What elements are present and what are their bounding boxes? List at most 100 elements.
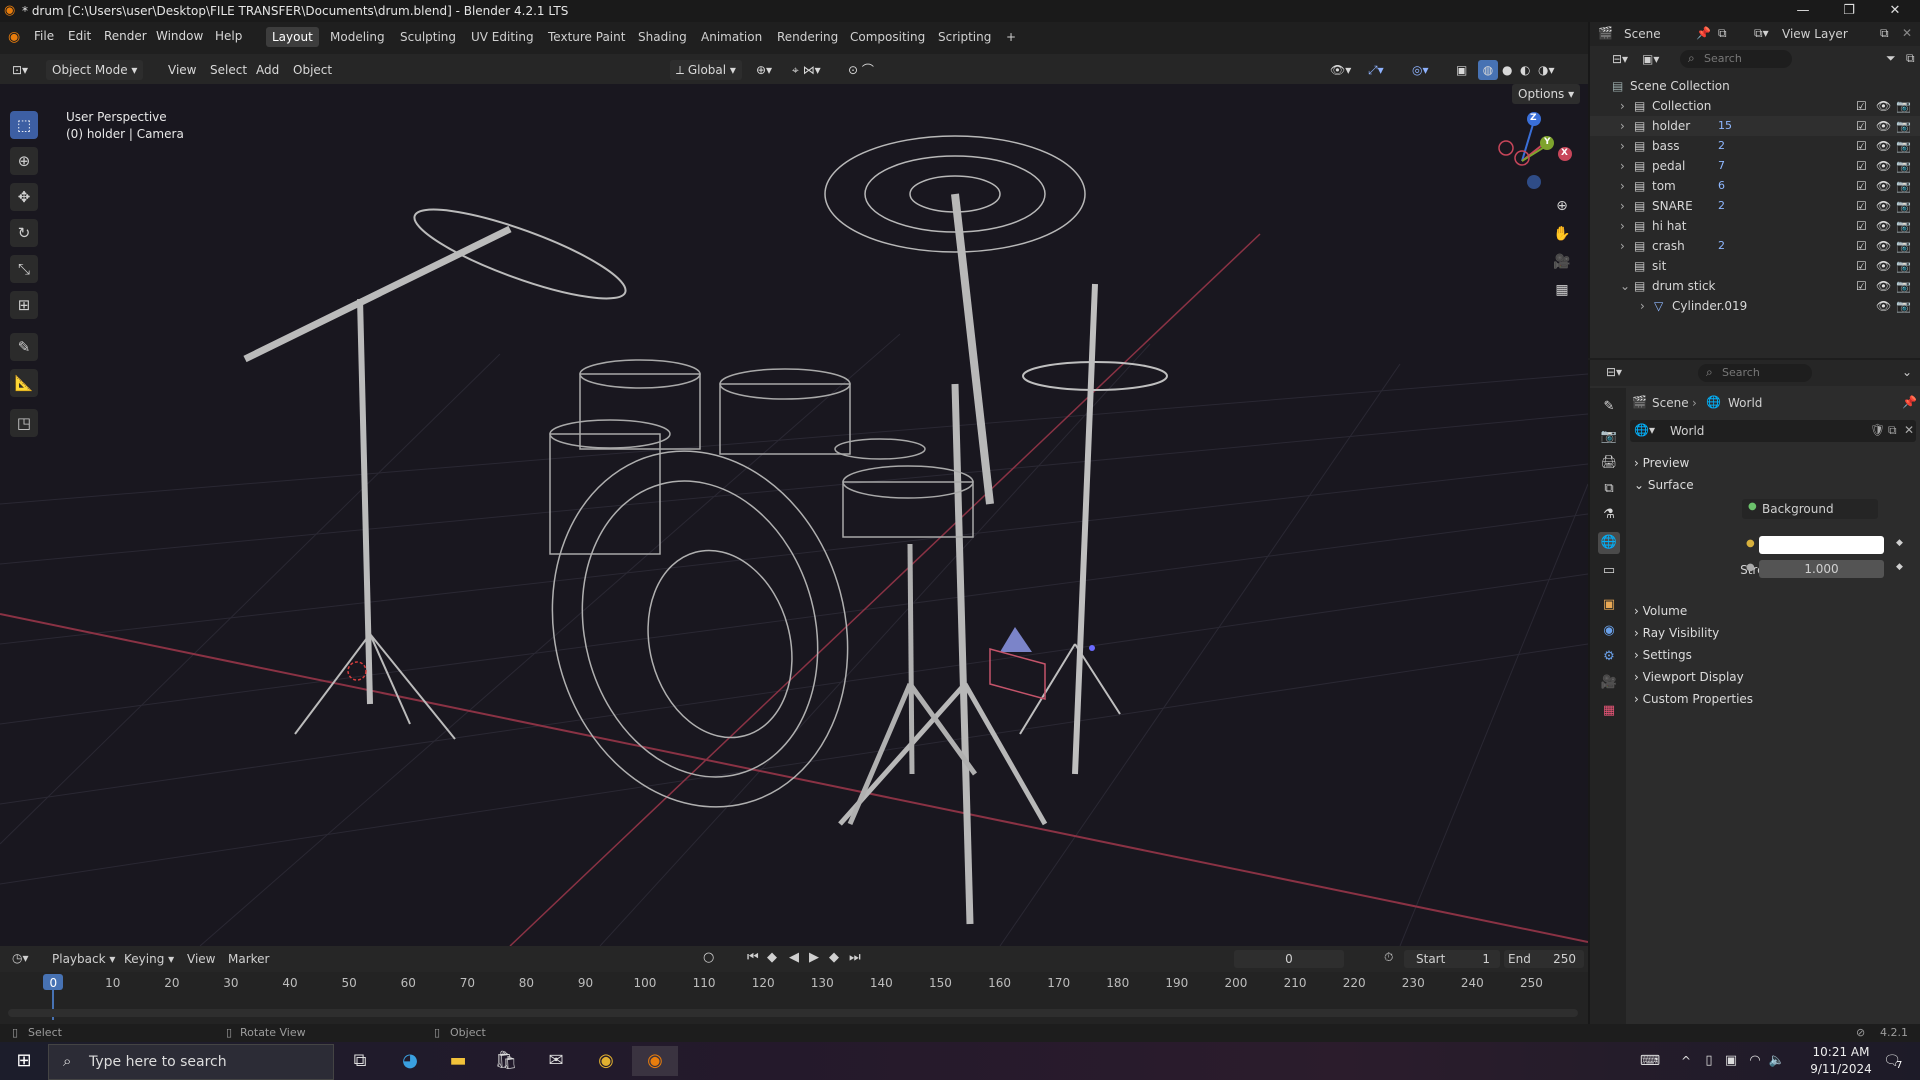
end-frame-field[interactable]: End 250: [1504, 950, 1584, 968]
timeline-scrollbar[interactable]: [8, 1009, 1578, 1017]
render-camera-icon[interactable]: 📷: [1896, 296, 1911, 316]
settings-panel-header[interactable]: › Settings: [1634, 644, 1692, 666]
fake-user-icon[interactable]: 🛡: [1870, 423, 1885, 437]
pin-properties-icon[interactable]: 📌: [1902, 395, 1917, 409]
include-checkbox-icon[interactable]: ☑: [1856, 176, 1867, 196]
object-data-tab-icon[interactable]: 🎥: [1598, 672, 1620, 694]
mail-icon[interactable]: ✉: [536, 1046, 576, 1076]
viewport-display-panel-header[interactable]: › Viewport Display: [1634, 666, 1744, 688]
menu-add[interactable]: Add: [256, 60, 279, 80]
transform-tool[interactable]: ⊞: [10, 291, 38, 319]
expand-chevron-icon[interactable]: ›: [1620, 96, 1625, 116]
tab-layout[interactable]: Layout: [266, 27, 319, 47]
menu-view-timeline[interactable]: View: [187, 952, 215, 966]
play-icon[interactable]: ▶: [809, 950, 819, 965]
remove-view-layer-icon[interactable]: ✕: [1902, 26, 1912, 40]
eye-icon[interactable]: 👁: [1876, 156, 1891, 176]
surface-panel-header[interactable]: ⌄ Surface: [1634, 474, 1694, 496]
new-collection-icon[interactable]: ⧉: [1906, 51, 1915, 66]
eye-icon[interactable]: 👁: [1876, 236, 1891, 256]
properties-search-field[interactable]: ⌕ Search: [1698, 364, 1812, 382]
color-keyframe-icon[interactable]: ◆: [1896, 538, 1903, 548]
menu-window[interactable]: Window: [156, 29, 203, 43]
include-checkbox-icon[interactable]: ☑: [1856, 236, 1867, 256]
render-camera-icon[interactable]: 📷: [1896, 96, 1911, 116]
stopwatch-icon[interactable]: ⏱: [1384, 950, 1393, 965]
snap-icon[interactable]: ⌖ ⋈▾: [792, 60, 821, 80]
color-swatch[interactable]: [1759, 536, 1884, 554]
display-mode-icon[interactable]: ⊟▾: [1612, 52, 1628, 66]
overlay-icon[interactable]: ◎▾: [1412, 60, 1429, 80]
cursor-tool[interactable]: ⊕: [10, 147, 38, 175]
outliner-row[interactable]: › ▤ holder 15 ☑ 👁 📷: [1590, 116, 1920, 136]
start-frame-field[interactable]: Start 1: [1404, 950, 1500, 968]
close-icon[interactable]: ✕: [1872, 0, 1918, 22]
task-view-icon[interactable]: ⧉: [340, 1046, 380, 1076]
world-tab-icon[interactable]: 🌐: [1598, 532, 1620, 554]
outliner-row[interactable]: ▤ sit ☑ 👁 📷: [1590, 256, 1920, 276]
render-camera-icon[interactable]: 📷: [1896, 276, 1911, 296]
scene-tab-icon[interactable]: ⚗: [1598, 504, 1620, 526]
outliner[interactable]: 🎬 Scene 📌 ⧉ ⧉▾ View Layer ⧉ ✕ ⊟▾ ▣▾ ⌕ Se…: [1588, 22, 1920, 358]
outliner-row[interactable]: › ▤ bass 2 ☑ 👁 📷: [1590, 136, 1920, 156]
ortho-grid-icon[interactable]: ▦: [1550, 278, 1574, 302]
outliner-row[interactable]: › ▤ crash 2 ☑ 👁 📷: [1590, 236, 1920, 256]
eye-icon[interactable]: 👁: [1876, 136, 1891, 156]
3d-cursor[interactable]: [347, 661, 367, 681]
tab-texture-paint[interactable]: Texture Paint: [542, 27, 631, 47]
material-shading-icon[interactable]: ◐: [1520, 60, 1530, 80]
tab-rendering[interactable]: Rendering: [771, 27, 844, 47]
eye-icon[interactable]: 👁: [1876, 96, 1891, 116]
taskbar-time[interactable]: 10:21 AM: [1806, 1045, 1876, 1059]
world-datablock-icon[interactable]: 🌐▾: [1634, 423, 1655, 437]
edge-icon[interactable]: ◕: [390, 1046, 430, 1076]
new-scene-icon[interactable]: ⧉: [1718, 26, 1727, 41]
taskbar-date[interactable]: 9/11/2024: [1806, 1062, 1876, 1076]
clock-editor-icon[interactable]: ◷▾: [12, 951, 29, 965]
expand-chevron-icon[interactable]: ›: [1620, 216, 1625, 236]
menu-keying[interactable]: Keying ▾: [124, 952, 174, 966]
include-checkbox-icon[interactable]: ☑: [1856, 276, 1867, 296]
file-explorer-icon[interactable]: ▬: [438, 1046, 478, 1076]
annotate-tool[interactable]: ✎: [10, 333, 38, 361]
add-cube-tool[interactable]: ◳: [10, 409, 38, 437]
tab-scripting[interactable]: Scripting: [932, 27, 997, 47]
eye-icon[interactable]: 👁: [1876, 256, 1891, 276]
jump-end-icon[interactable]: ⏭: [849, 950, 861, 965]
tab-modeling[interactable]: Modeling: [324, 27, 391, 47]
render-camera-icon[interactable]: 📷: [1896, 216, 1911, 236]
menu-playback[interactable]: Playback ▾: [52, 952, 115, 966]
include-checkbox-icon[interactable]: ☑: [1856, 216, 1867, 236]
render-camera-icon[interactable]: 📷: [1896, 196, 1911, 216]
scale-tool[interactable]: ⤡: [10, 255, 38, 283]
expand-chevron-icon[interactable]: ›: [1620, 156, 1625, 176]
include-checkbox-icon[interactable]: ☑: [1856, 116, 1867, 136]
play-reverse-icon[interactable]: ◀: [789, 950, 799, 965]
eye-icon[interactable]: 👁: [1876, 116, 1891, 136]
preview-panel-header[interactable]: › Preview: [1634, 452, 1689, 474]
expand-chevron-icon[interactable]: ›: [1620, 116, 1625, 136]
menu-file[interactable]: File: [34, 29, 54, 43]
constraints-tab-icon[interactable]: ⚙: [1598, 646, 1620, 668]
menu-marker[interactable]: Marker: [228, 952, 269, 966]
render-camera-icon[interactable]: 📷: [1896, 176, 1911, 196]
minimize-icon[interactable]: —: [1780, 0, 1826, 22]
xray-icon[interactable]: ▣: [1456, 60, 1467, 80]
render-camera-icon[interactable]: 📷: [1896, 236, 1911, 256]
object-tab-icon[interactable]: ▣: [1598, 594, 1620, 616]
pin-icon[interactable]: 📌: [1696, 26, 1711, 40]
render-camera-icon[interactable]: 📷: [1896, 136, 1911, 156]
menu-edit[interactable]: Edit: [68, 29, 91, 43]
outliner-row[interactable]: › ▤ Collection ☑ 👁 📷: [1590, 96, 1920, 116]
output-tab-icon[interactable]: 🖨: [1598, 452, 1620, 474]
expand-chevron-icon[interactable]: ›: [1640, 296, 1645, 316]
keyboard-icon[interactable]: ⌨: [1630, 1046, 1670, 1076]
pivot-icon[interactable]: ⊕▾: [756, 60, 772, 80]
restore-icon[interactable]: ❐: [1826, 0, 1872, 22]
transform-orientation-dropdown[interactable]: ⟂ Global ▾: [670, 60, 742, 80]
windows-start-icon[interactable]: ⊞: [4, 1046, 44, 1076]
expand-chevron-icon[interactable]: ›: [1620, 136, 1625, 156]
solid-shading-icon[interactable]: ●: [1502, 60, 1512, 80]
view-layer-name[interactable]: View Layer: [1782, 27, 1848, 41]
render-camera-icon[interactable]: 📷: [1896, 256, 1911, 276]
